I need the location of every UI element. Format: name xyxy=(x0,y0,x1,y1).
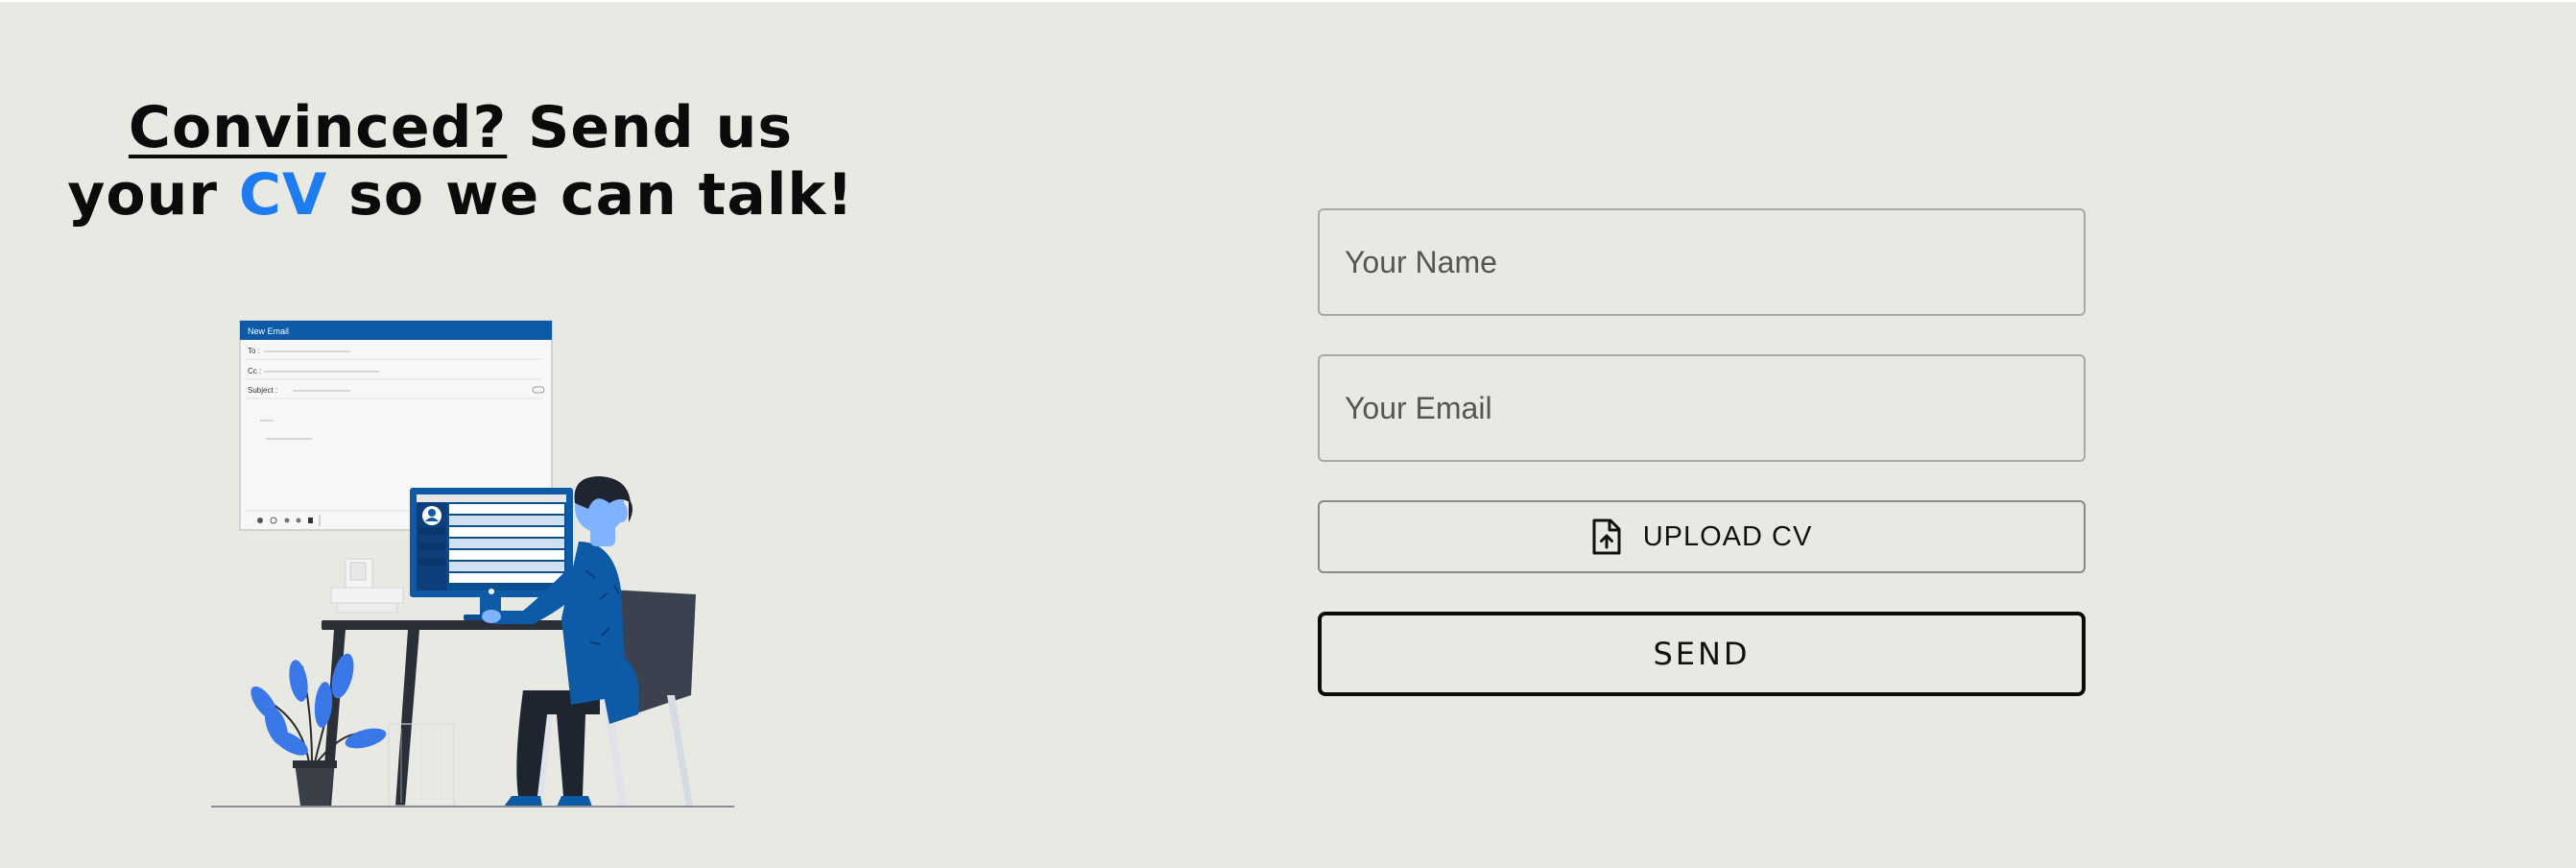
email-to-label: To : xyxy=(248,347,260,355)
upload-cv-label: UPLOAD CV xyxy=(1642,520,1813,552)
cv-form: UPLOAD CV SEND xyxy=(1318,208,2086,696)
email-window-title: New Email xyxy=(248,326,289,336)
office-worker-illustration: New Email To : Cc : Subject : xyxy=(211,320,734,808)
email-input[interactable] xyxy=(1318,354,2086,462)
headline-talk-text: so we can talk! xyxy=(327,161,854,229)
printer-illustration xyxy=(330,558,404,614)
left-section: Convinced? Send us your CV so we can tal… xyxy=(0,2,960,868)
email-cc-label: Cc : xyxy=(248,367,261,375)
file-upload-icon xyxy=(1592,518,1621,555)
plant-illustration xyxy=(250,653,387,806)
headline-convinced: Convinced? xyxy=(128,94,508,161)
send-label: SEND xyxy=(1653,636,1751,672)
upload-cv-button[interactable]: UPLOAD CV xyxy=(1318,500,2086,573)
page: Convinced? Send us your CV so we can tal… xyxy=(0,0,2576,868)
name-input[interactable] xyxy=(1318,208,2086,316)
headline-cv: CV xyxy=(238,161,328,229)
email-subject-label: Subject : xyxy=(248,386,277,395)
headline: Convinced? Send us your CV so we can tal… xyxy=(58,94,864,229)
send-button[interactable]: SEND xyxy=(1318,612,2086,696)
